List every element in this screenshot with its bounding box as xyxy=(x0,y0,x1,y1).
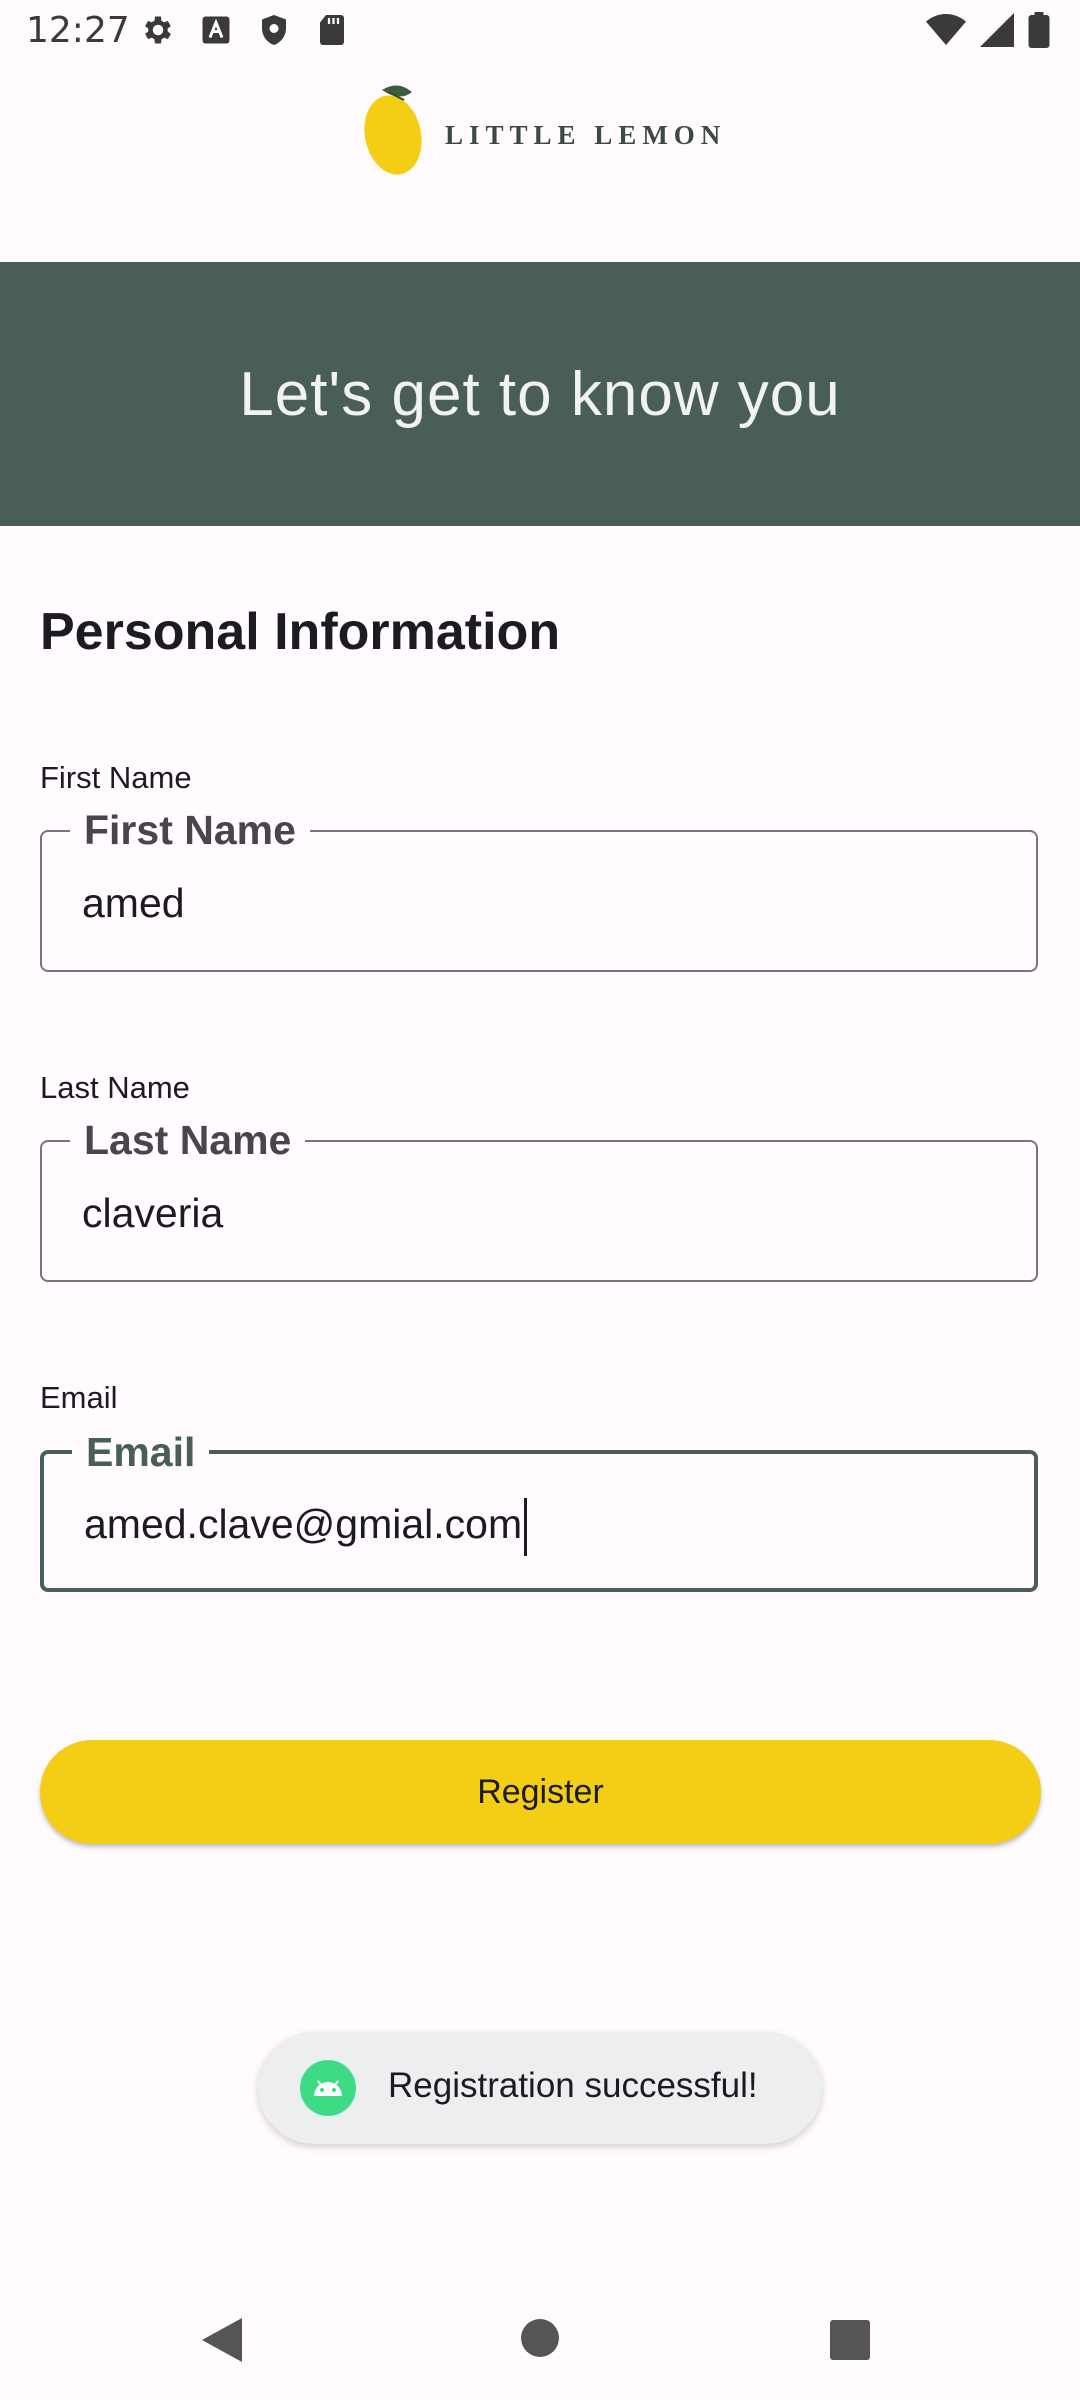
first-name-value: amed xyxy=(82,880,185,926)
navigation-bar xyxy=(0,2290,1080,2400)
first-name-field[interactable]: First Name amed xyxy=(40,802,1038,972)
email-value-wrap: amed.clave@gmial.com xyxy=(84,1498,528,1556)
last-name-label: Last Name xyxy=(40,1070,190,1105)
email-field[interactable]: Email amed.clave@gmial.com xyxy=(40,1424,1038,1592)
last-name-value: claveria xyxy=(82,1190,224,1236)
signal-icon xyxy=(980,13,1014,47)
email-value: amed.clave@gmial.com xyxy=(84,1500,523,1547)
home-icon[interactable] xyxy=(520,2318,560,2358)
toast-message: Registration successful! xyxy=(258,2032,822,2144)
status-notification-icons xyxy=(140,12,350,48)
back-icon[interactable] xyxy=(200,2316,244,2364)
status-system-icons xyxy=(926,12,1050,48)
status-bar: 12:27 xyxy=(0,0,1080,64)
shield-icon xyxy=(262,15,286,45)
wifi-icon xyxy=(926,14,966,45)
battery-icon xyxy=(1028,12,1050,48)
recents-icon[interactable] xyxy=(830,2320,870,2360)
lemon-icon xyxy=(364,85,422,175)
email-legend: Email xyxy=(72,1424,210,1480)
app-logo: LITTLE LEMON xyxy=(360,80,720,190)
text-cursor xyxy=(524,1498,528,1556)
android-icon xyxy=(300,2060,356,2116)
toast-text: Registration successful! xyxy=(388,2066,758,2105)
sd-card-icon xyxy=(320,15,344,45)
hero-banner: Let's get to know you xyxy=(0,262,1080,526)
section-title: Personal Information xyxy=(40,603,561,661)
hero-title: Let's get to know you xyxy=(239,359,841,429)
settings-icon xyxy=(145,16,171,44)
logo-text: LITTLE LEMON xyxy=(445,120,727,150)
status-time: 12:27 xyxy=(26,10,130,51)
last-name-legend: Last Name xyxy=(70,1112,306,1168)
register-button[interactable]: Register xyxy=(40,1740,1041,1844)
email-label: Email xyxy=(40,1380,118,1415)
a-icon xyxy=(202,16,230,44)
first-name-legend: First Name xyxy=(70,802,310,858)
last-name-field[interactable]: Last Name claveria xyxy=(40,1112,1038,1282)
first-name-label: First Name xyxy=(40,760,192,795)
